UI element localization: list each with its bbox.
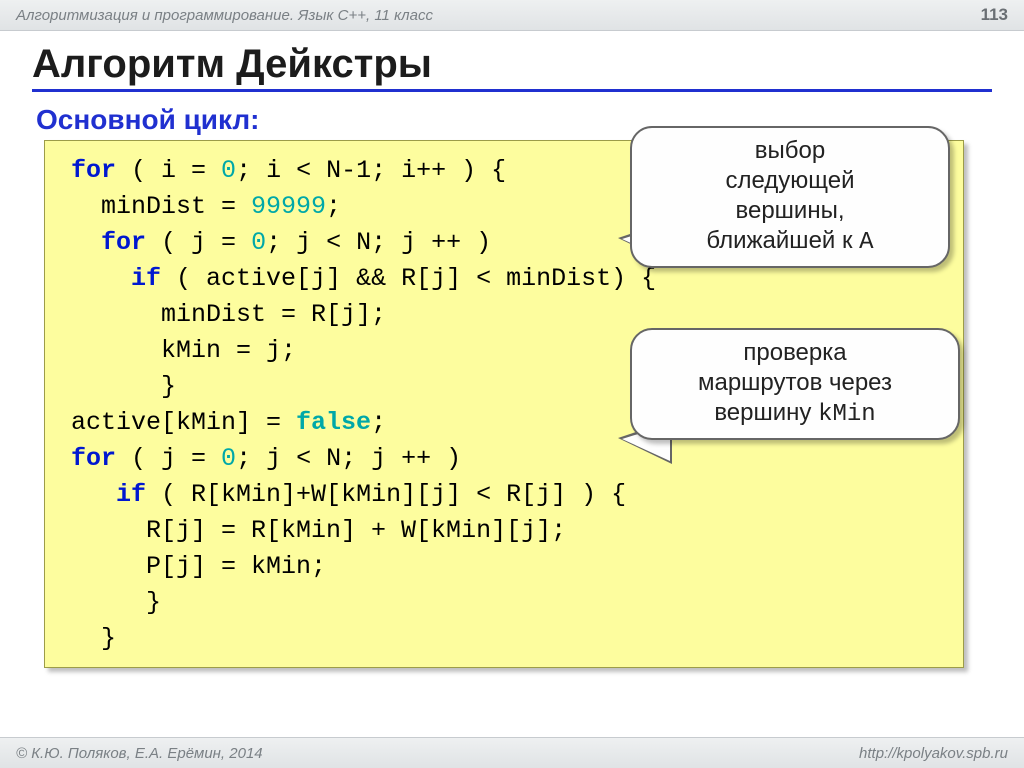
code-text [71,228,101,257]
course-title: Алгоритмизация и программирование. Язык … [16,7,433,24]
code-text: ; j < N; j ++ ) [266,228,491,257]
callout-line: следующей [650,166,930,196]
code-text: } [71,588,161,617]
slide-page: Алгоритмизация и программирование. Язык … [0,0,1024,768]
code-text: ; i < N-1; i++ ) { [236,156,506,185]
kw-for: for [71,156,116,185]
mono-text: kMin [818,401,876,428]
code-text: minDist = [71,192,251,221]
code-text: ( j = [116,444,221,473]
num-literal: 0 [251,228,266,257]
code-text: ( active[j] && R[j] < minDist) { [161,264,656,293]
callout-line: вершину kMin [650,398,940,430]
callout-route-check: проверка маршрутов через вершину kMin [630,328,960,440]
code-text: active[kMin] = [71,408,296,437]
bool-literal: false [296,408,371,437]
num-literal: 0 [221,444,236,473]
section-subtitle: Основной цикл: [36,104,259,136]
code-text [71,480,116,509]
code-text: P[j] = kMin; [71,552,326,581]
callout-line: проверка [650,338,940,368]
code-text: ( j = [146,228,251,257]
header-bar: Алгоритмизация и программирование. Язык … [0,0,1024,31]
mono-text: A [859,229,873,256]
footer-url: http://kpolyakov.spb.ru [859,745,1008,762]
kw-if: if [116,480,146,509]
callout-line: ближайшей к A [650,226,930,258]
code-text: } [71,372,176,401]
code-text: ( R[kMin]+W[kMin][j] < R[j] ) { [146,480,626,509]
page-title: Алгоритм Дейкстры [32,42,992,92]
code-text: minDist = R[j]; [71,300,386,329]
kw-for: for [101,228,146,257]
callout-vertex-choice: выбор следующей вершины, ближайшей к A [630,126,950,268]
num-literal: 0 [221,156,236,185]
code-text: ; [371,408,386,437]
kw-for: for [71,444,116,473]
code-text: ; j < N; j ++ ) [236,444,461,473]
kw-if: if [131,264,161,293]
copyright-text: © К.Ю. Поляков, Е.А. Ерёмин, 2014 [16,745,263,762]
callout-line: выбор [650,136,930,166]
code-text: ; [326,192,341,221]
code-text: R[j] = R[kMin] + W[kMin][j]; [71,516,566,545]
code-text: kMin = j; [71,336,296,365]
code-text [71,264,131,293]
callout-line: вершины, [650,196,930,226]
code-text: } [71,624,116,653]
code-text: ( i = [116,156,221,185]
callout-line: маршрутов через [650,368,940,398]
page-number: 113 [981,5,1008,25]
num-literal: 99999 [251,192,326,221]
footer-bar: © К.Ю. Поляков, Е.А. Ерёмин, 2014 http:/… [0,737,1024,768]
